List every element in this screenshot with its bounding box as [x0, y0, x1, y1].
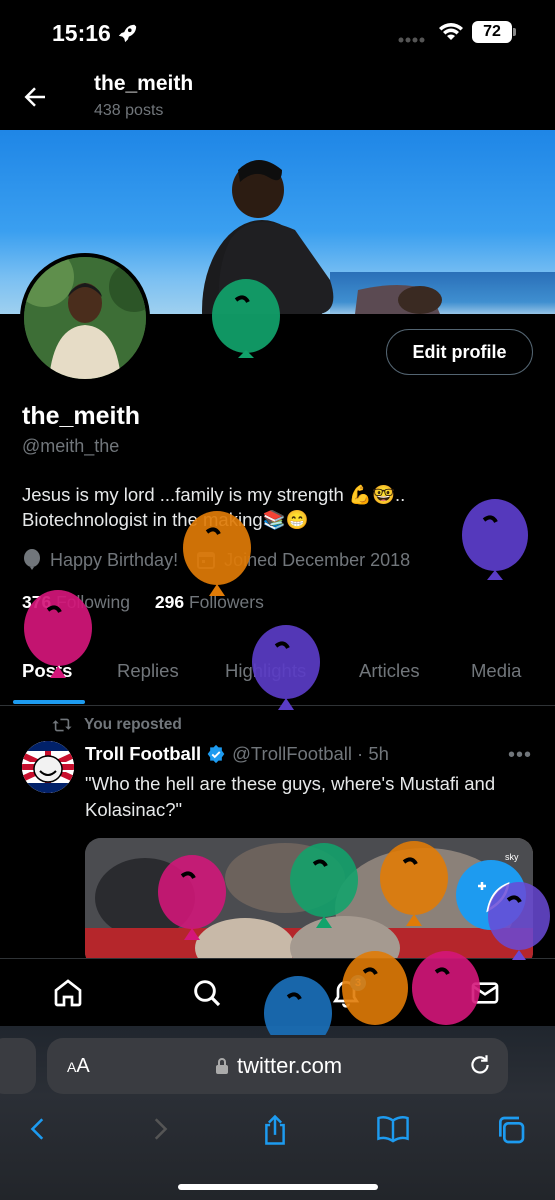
edit-profile-button[interactable]: Edit profile — [386, 329, 533, 375]
birthday-item: Happy Birthday! — [22, 549, 178, 571]
profile-bio: Jesus is my lord ...family is my strengt… — [22, 482, 502, 532]
balloon-orange-2 — [380, 841, 448, 926]
profile-display-name: the_meith — [22, 402, 141, 430]
header-name: the_meith — [94, 72, 194, 95]
balloon-purple-3 — [488, 882, 550, 960]
battery-tip — [513, 28, 516, 36]
share-button[interactable] — [260, 1114, 290, 1151]
battery-indicator: 72 — [472, 21, 512, 43]
domain-text: twitter.com — [237, 1053, 343, 1078]
address-domain: twitter.com — [215, 1053, 342, 1079]
balloon-green-1 — [212, 279, 280, 358]
browser-back-button[interactable] — [26, 1114, 52, 1149]
reload-button[interactable] — [467, 1052, 493, 1083]
text-size-button[interactable]: AA — [67, 1055, 90, 1078]
balloon-purple-2 — [252, 625, 320, 710]
share-icon — [265, 1114, 285, 1145]
tab-replies[interactable]: Replies — [117, 660, 179, 682]
active-tab-indicator — [13, 700, 85, 704]
profile-handle: @meith_the — [22, 436, 120, 456]
followers-count: 296 — [154, 592, 185, 612]
status-bar: 15:16 72 — [0, 0, 555, 62]
home-icon[interactable] — [52, 977, 84, 1014]
arrow-left-icon — [24, 87, 45, 107]
tweet-text: "Who the hell are these guys, where's Mu… — [85, 773, 496, 820]
verified-badge-icon — [207, 744, 225, 764]
bio-line-2: Biotechnologist in the making📚😁 — [22, 509, 309, 530]
status-time: 15:16 — [52, 20, 111, 46]
bookmarks-icon — [377, 1116, 409, 1143]
balloon-magenta-3 — [412, 951, 480, 1025]
bio-line-1: Jesus is my lord ...family is my strengt… — [22, 484, 406, 505]
wifi-icon — [438, 20, 464, 47]
balloon-green-2 — [290, 843, 358, 928]
previous-tab-peek[interactable] — [0, 1038, 36, 1094]
balloon-blue — [264, 976, 332, 1035]
balloon-purple-1 — [462, 499, 528, 580]
reposted-indicator: You reposted — [52, 716, 182, 734]
balloon-orange-1 — [183, 511, 251, 596]
back-button[interactable] — [20, 82, 50, 112]
rocket-icon — [116, 22, 138, 49]
tweet-header: Troll Football @TrollFootball · 5h — [85, 743, 389, 765]
tweet-author-handle: @TrollFootball — [232, 743, 353, 764]
reload-icon — [471, 1055, 489, 1074]
profile-header: the_meith 438 posts — [0, 62, 555, 130]
tabs-button[interactable] — [495, 1114, 527, 1151]
tab-articles[interactable]: Articles — [359, 660, 420, 682]
reposted-text: You reposted — [84, 716, 182, 733]
browser-forward-button[interactable] — [146, 1114, 172, 1149]
birthday-text: Happy Birthday! — [50, 549, 179, 570]
tweet-time: · 5h — [357, 743, 389, 764]
browser-chrome: AA twitter.com — [0, 1026, 555, 1200]
tabs-icon — [499, 1116, 525, 1144]
tweet-author-name[interactable]: Troll Football — [85, 743, 201, 765]
balloon-magenta-1 — [24, 590, 92, 678]
balloon-magenta-2 — [158, 855, 226, 940]
lock-icon — [216, 1058, 228, 1074]
search-icon[interactable] — [191, 977, 223, 1014]
back-icon — [30, 1118, 44, 1140]
repost-icon — [52, 718, 72, 732]
tweet-more-button[interactable]: ••• — [508, 744, 532, 767]
forward-icon — [154, 1118, 168, 1140]
tab-media[interactable]: Media — [471, 660, 521, 682]
bookmarks-button[interactable] — [376, 1114, 410, 1149]
profile-avatar[interactable] — [20, 253, 150, 383]
balloon-orange-3 — [342, 951, 408, 1025]
home-indicator — [178, 1184, 378, 1190]
header-post-count: 438 posts — [94, 102, 164, 119]
signal-dots-icon — [398, 30, 426, 48]
balloon-icon — [24, 549, 40, 570]
address-bar[interactable]: AA twitter.com — [47, 1038, 508, 1094]
tweet-author-avatar[interactable] — [22, 741, 74, 793]
